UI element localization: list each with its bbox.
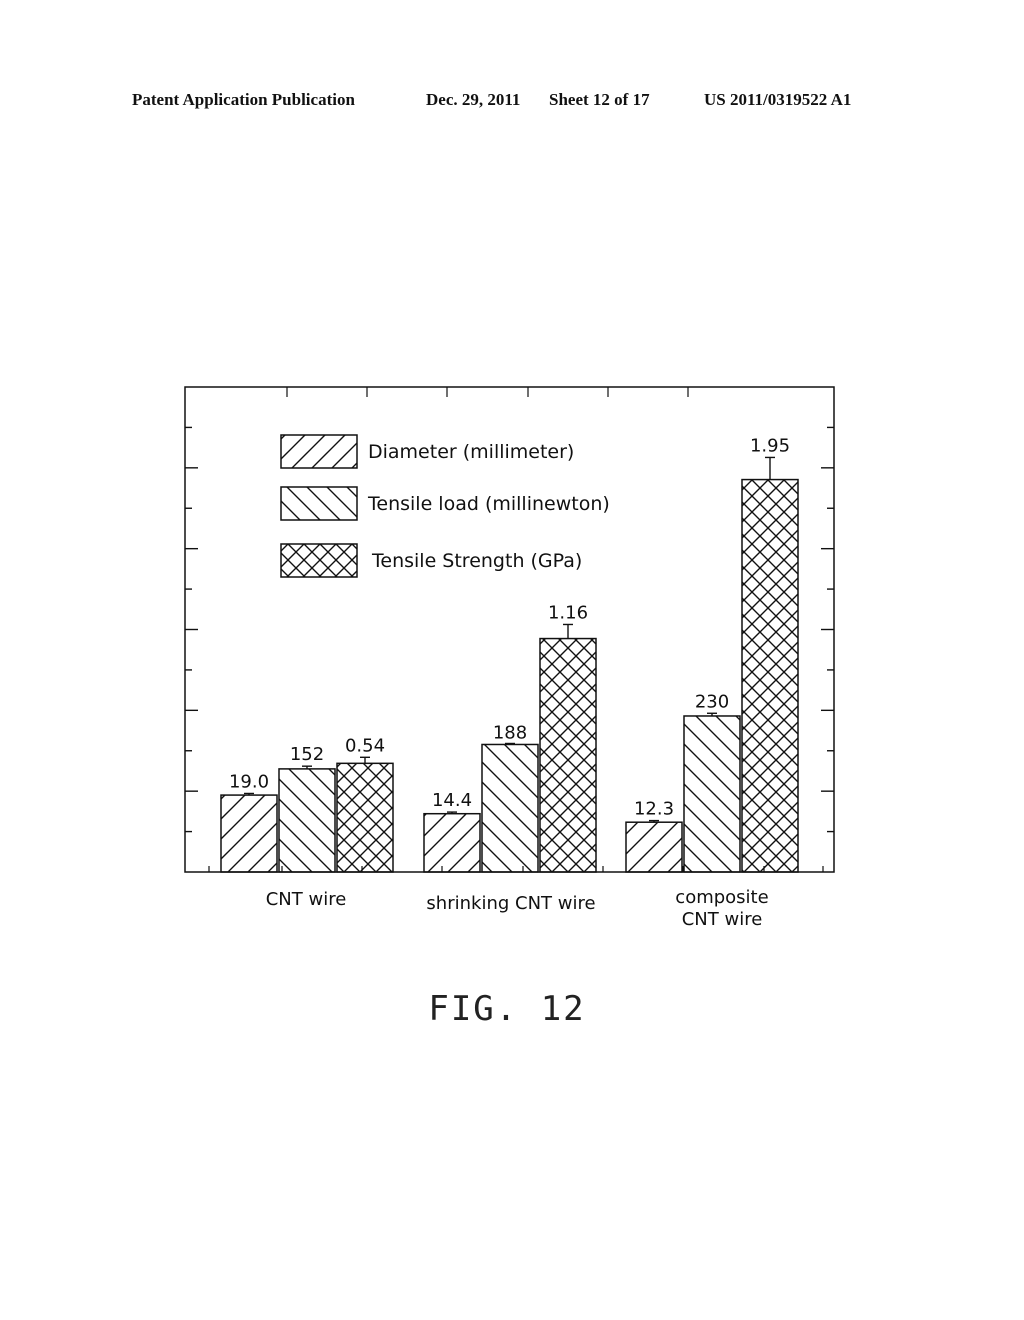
category-label: CNT wire: [266, 889, 347, 910]
bar: [278, 768, 336, 873]
category-labels: CNT wire shrinking CNT wire compositeCNT w…: [266, 887, 769, 930]
category-label: composite: [675, 887, 768, 908]
legend-swatch: [280, 486, 358, 521]
data-label: 19.0: [229, 771, 269, 792]
bar: [220, 794, 278, 873]
data-label: 152: [290, 744, 324, 765]
bar: [741, 478, 799, 873]
bar-chart: Diameter (millimeter) Tensile load (milli…: [184, 386, 835, 1029]
legend-label: Diameter (millimeter): [368, 441, 574, 463]
legend: Diameter (millimeter) Tensile load (milli…: [280, 434, 610, 578]
data-label: 14.4: [432, 790, 472, 811]
legend-swatch: [280, 543, 358, 578]
legend-item: Tensile load (millinewton): [280, 486, 610, 521]
data-label: 230: [695, 691, 729, 712]
data-label: 188: [493, 722, 527, 743]
legend-item: Diameter (millimeter): [280, 434, 574, 469]
bar: [539, 637, 597, 873]
figure-label: FIG. 12: [428, 989, 585, 1029]
bar: [423, 812, 481, 873]
bar: [336, 762, 394, 873]
category-label: shrinking CNT wire: [426, 893, 595, 914]
bar: [481, 743, 539, 873]
legend-label: Tensile Strength (GPa): [371, 550, 582, 572]
legend-label: Tensile load (millinewton): [367, 493, 610, 515]
data-label: 12.3: [634, 799, 674, 820]
legend-item: Tensile Strength (GPa): [280, 543, 582, 578]
bar: [625, 821, 683, 873]
data-label: 1.16: [548, 602, 588, 623]
category-label: CNT wire: [682, 909, 763, 930]
data-label: 0.54: [345, 735, 385, 756]
legend-swatch: [280, 434, 358, 469]
bar: [683, 715, 741, 873]
data-label: 1.95: [750, 435, 790, 456]
